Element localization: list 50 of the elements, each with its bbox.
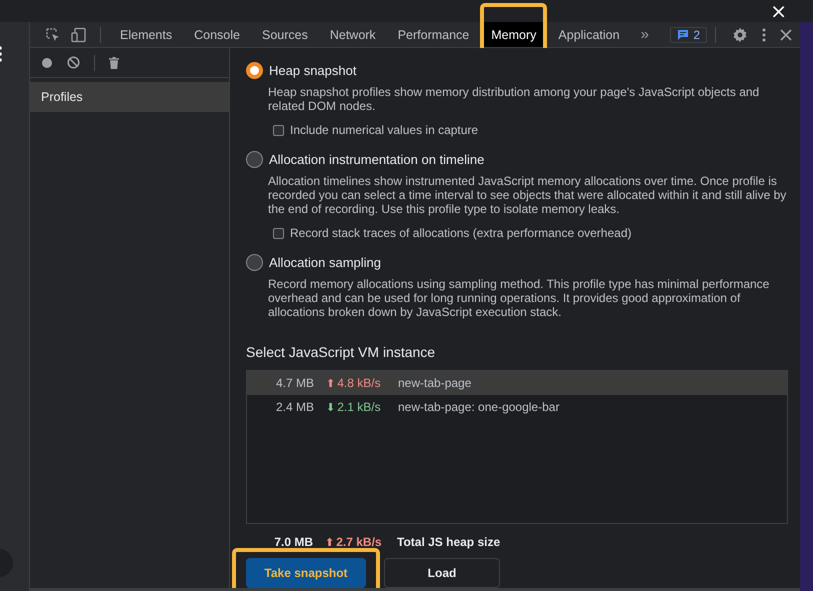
- panel-tab[interactable]: Elements: [109, 22, 184, 47]
- heap-size: 2.4 MB: [274, 400, 314, 414]
- sidebar-item[interactable]: Profiles: [30, 82, 229, 112]
- more-options-icon[interactable]: [762, 28, 766, 42]
- inspect-cursor-icon[interactable]: [45, 26, 61, 42]
- heap-size: 4.7 MB: [274, 376, 314, 390]
- more-options-icon[interactable]: [0, 46, 3, 62]
- checkbox-label: Include numerical values in capture: [290, 123, 478, 137]
- take-snapshot-button[interactable]: Take snapshot: [246, 558, 366, 588]
- record-icon[interactable]: [41, 56, 53, 68]
- section-title: Select JavaScript VM instance: [246, 344, 436, 360]
- radio-button[interactable]: [246, 254, 263, 271]
- radio-button[interactable]: [246, 151, 263, 168]
- vm-instance-row[interactable]: 4.7 MB ⬆ 4.8 kB/s new-tab-page: [247, 371, 787, 395]
- instance-name: new-tab-page: one-google-bar: [398, 400, 560, 414]
- issues-counter[interactable]: 2: [670, 26, 707, 42]
- device-toggle-icon[interactable]: [71, 26, 87, 42]
- instance-name: new-tab-page: [398, 376, 472, 390]
- clear-icon[interactable]: [67, 56, 80, 69]
- panel-tab[interactable]: Performance: [386, 22, 480, 47]
- trash-icon[interactable]: [109, 56, 119, 68]
- allocation-rate: 4.8 kB/s: [337, 376, 381, 390]
- profile-type-title: Allocation sampling: [269, 255, 382, 270]
- arrow-icon: ⬇: [326, 400, 336, 414]
- total-label: Total JS heap size: [397, 535, 500, 549]
- checkbox[interactable]: [273, 228, 284, 238]
- message-icon: [677, 28, 690, 40]
- profile-type-title: Allocation instrumentation on timeline: [269, 152, 484, 167]
- close-button[interactable]: ×: [770, 1, 787, 21]
- profile-type-description: Allocation timelines show instrumented JavaScript memory allocations over time. Once profile is recorded you can select a time interval to see objects that were allocated within it and still alive by the end of recording. Use this profile type to isolate memory leaks.: [268, 174, 788, 216]
- panel-tab[interactable]: Console: [183, 22, 251, 47]
- allocation-rate: 2.7 kB/s: [336, 535, 382, 549]
- radio-button[interactable]: [246, 62, 263, 79]
- vm-instance-row[interactable]: 2.4 MB ⬇ 2.1 kB/s new-tab-page: one-google-bar: [247, 395, 787, 419]
- arrow-icon: ⬆: [326, 376, 336, 390]
- checkbox[interactable]: [273, 124, 284, 136]
- panel-tab[interactable]: Sources: [250, 22, 319, 47]
- profile-type-title: Heap snapshot: [269, 63, 356, 78]
- checkbox-label: Record stack traces of allocations (extra performance overhead): [290, 226, 632, 240]
- close-icon[interactable]: [780, 28, 792, 40]
- arrow-icon: ⬆: [325, 536, 334, 548]
- more-tabs-button[interactable]: »: [630, 26, 659, 43]
- panel-tab[interactable]: Application: [547, 22, 631, 47]
- allocation-rate: 2.1 kB/s: [337, 400, 381, 414]
- panel-tab[interactable]: Network: [318, 22, 387, 47]
- load-button[interactable]: Load: [384, 558, 500, 588]
- profile-type-description: Heap snapshot profiles show memory distribution among your page's JavaScript objects and related DOM nodes.: [268, 85, 760, 113]
- profile-type-description: Record memory allocations using sampling method. This profile type has minimal performance overhead and can be used for long running operations. It provides good approximation of allocations broken down by JavaScript execution stack.: [268, 277, 770, 319]
- heap-size: 7.0 MB: [273, 535, 313, 549]
- settings-icon[interactable]: [732, 26, 748, 42]
